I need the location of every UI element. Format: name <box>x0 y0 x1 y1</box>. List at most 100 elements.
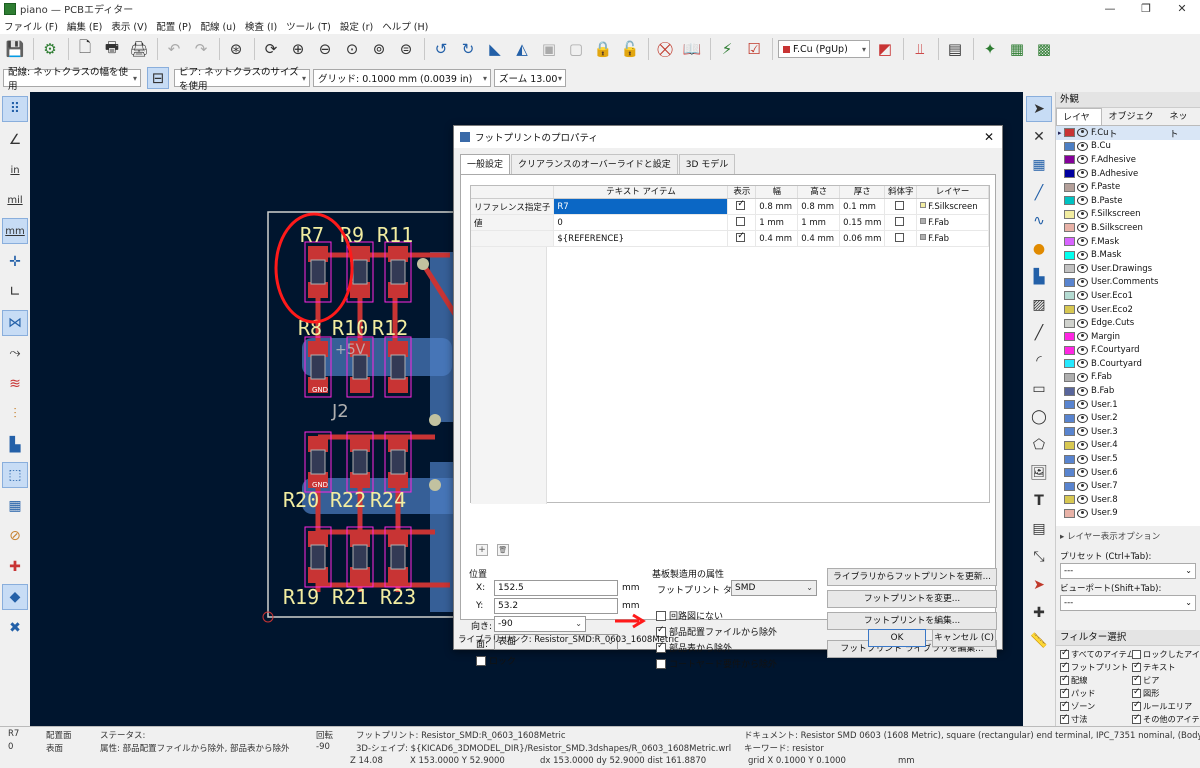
show-checkbox-cell[interactable] <box>727 214 757 231</box>
visibility-eye-icon[interactable] <box>1077 345 1088 355</box>
layer-color-swatch[interactable] <box>1064 413 1075 423</box>
footprint-browser-icon[interactable]: 📖 <box>681 38 703 60</box>
add-text-icon[interactable]: T <box>1026 488 1052 514</box>
maximize-button[interactable]: ❐ <box>1128 0 1164 17</box>
mil-units-button[interactable]: mil <box>2 188 28 214</box>
save-icon[interactable]: 💾 <box>4 38 26 60</box>
visibility-eye-icon[interactable] <box>1077 305 1088 315</box>
layer-row[interactable]: B.Courtyard <box>1056 357 1200 371</box>
plugin-icon[interactable]: ✦ <box>979 38 1001 60</box>
layer-color-swatch[interactable] <box>1064 128 1075 138</box>
ratsnest-icon[interactable]: ⋈ <box>2 309 28 336</box>
zoom-selection-icon[interactable]: ⊜ <box>395 38 417 60</box>
italic-checkbox-cell[interactable] <box>884 214 918 231</box>
visibility-eye-icon[interactable] <box>1077 481 1088 491</box>
height-cell[interactable]: 1 mm <box>797 214 841 231</box>
minimize-button[interactable]: — <box>1092 0 1128 17</box>
undo-icon[interactable]: ↶ <box>163 38 185 60</box>
layer-row[interactable]: User.4 <box>1056 439 1200 453</box>
visibility-eye-icon[interactable] <box>1077 277 1088 287</box>
zoom-in-icon[interactable]: ⊕ <box>287 38 309 60</box>
tools-icon[interactable]: ✖ <box>2 615 28 641</box>
track-outline-icon[interactable]: ≋ <box>2 371 28 397</box>
x-input[interactable]: 152.5 <box>494 580 618 596</box>
italic-checkbox-cell[interactable] <box>884 198 918 215</box>
layer-row[interactable]: User.Eco1 <box>1056 289 1200 303</box>
route-track-icon[interactable]: ╱ <box>1026 180 1052 206</box>
board-setup-icon[interactable]: ⚙ <box>39 38 61 60</box>
board-outline-icon[interactable]: ✚ <box>2 554 28 580</box>
fab-attribute-checkbox[interactable]: 回路図にない <box>656 609 723 622</box>
lock-icon[interactable]: 🔒 <box>592 38 614 60</box>
visibility-eye-icon[interactable] <box>1077 386 1088 396</box>
add-via-icon[interactable]: ● <box>1026 236 1052 262</box>
y-input[interactable]: 53.2 <box>494 598 618 614</box>
add-dimension-icon[interactable]: ⤡ <box>1026 544 1052 570</box>
tab-nets[interactable]: ネット <box>1163 108 1200 140</box>
filter-checkbox[interactable]: ゾーン <box>1060 700 1132 712</box>
tab-objects[interactable]: オブジェクト <box>1102 108 1163 140</box>
layer-row[interactable]: Edge.Cuts <box>1056 316 1200 330</box>
visibility-eye-icon[interactable] <box>1077 182 1088 192</box>
width-cell[interactable]: 0.8 mm <box>755 198 799 215</box>
footprint-type-select[interactable]: SMD ⌄ <box>731 580 817 596</box>
freerouting-icon[interactable]: ▦ <box>1006 38 1028 60</box>
zoom-objects-icon[interactable]: ⊚ <box>368 38 390 60</box>
visibility-eye-icon[interactable] <box>1077 359 1088 369</box>
height-cell[interactable]: 0.8 mm <box>797 198 841 215</box>
layer-row[interactable]: F.Courtyard <box>1056 344 1200 358</box>
layer-row[interactable]: B.Silkscreen <box>1056 221 1200 235</box>
draw-polygon-icon[interactable]: ⬠ <box>1026 432 1052 458</box>
layer-color-swatch[interactable] <box>1064 332 1075 342</box>
layer-row[interactable]: User.8 <box>1056 493 1200 507</box>
find-icon[interactable]: ⊛ <box>225 38 247 60</box>
filter-checkbox[interactable]: ルールエリア <box>1132 700 1200 712</box>
refresh-icon[interactable]: ⟳ <box>260 38 282 60</box>
layer-row[interactable]: User.5 <box>1056 452 1200 466</box>
layer-row[interactable]: F.Mask <box>1056 235 1200 249</box>
layer-color-swatch[interactable] <box>1064 237 1075 247</box>
layer-row[interactable]: User.Drawings <box>1056 262 1200 276</box>
show-checkbox-cell[interactable] <box>727 198 757 215</box>
layer-row[interactable]: B.Adhesive <box>1056 167 1200 181</box>
show-checkbox-cell[interactable] <box>727 230 757 247</box>
grid-toggle-icon[interactable]: ⠿ <box>2 96 28 122</box>
preset-select[interactable]: --- ⌄ <box>1060 563 1196 579</box>
layer-pair-icon[interactable]: ◩ <box>874 38 896 60</box>
via-size-select[interactable]: ビア: ネットクラスのサイズを使用 ▾ <box>174 67 310 92</box>
filter-checkbox[interactable]: その他のアイテム <box>1132 713 1200 725</box>
menu-help[interactable]: ヘルプ (H) <box>382 19 428 33</box>
layer-row[interactable]: F.Silkscreen <box>1056 208 1200 222</box>
layer-color-swatch[interactable] <box>1064 372 1075 382</box>
polar-coords-icon[interactable]: ∠ <box>2 127 28 153</box>
menu-file[interactable]: ファイル (F) <box>4 19 58 33</box>
thickness-cell[interactable]: 0.15 mm <box>839 214 886 231</box>
unlock-icon[interactable]: 🔓 <box>619 38 641 60</box>
visibility-eye-icon[interactable] <box>1077 440 1088 450</box>
fab-attribute-checkbox[interactable]: コートヤード要件から除外 <box>656 657 777 670</box>
filter-checkbox[interactable]: 配線 <box>1060 674 1132 686</box>
tab-general[interactable]: 一般設定 <box>460 154 511 174</box>
menu-tools[interactable]: ツール (T) <box>286 19 331 33</box>
zone-fill-icon[interactable]: ⬚ <box>2 462 28 488</box>
layer-color-swatch[interactable] <box>1064 291 1075 301</box>
layer-color-swatch[interactable] <box>1064 250 1075 260</box>
ok-button[interactable]: OK <box>868 629 926 647</box>
layer-cell[interactable]: F.Silkscreen <box>916 198 989 215</box>
visibility-eye-icon[interactable] <box>1077 264 1088 274</box>
angle-constraint-icon[interactable]: ∟ <box>2 279 28 305</box>
add-zone-icon[interactable]: ▙ <box>1026 264 1052 290</box>
plot-icon[interactable]: 🖨 <box>128 38 150 60</box>
layer-row[interactable]: F.Paste <box>1056 180 1200 194</box>
lock-checkbox[interactable]: ロック <box>476 654 516 667</box>
ungroup-icon[interactable]: ▢ <box>565 38 587 60</box>
tab-3d-model[interactable]: 3D モデル <box>678 154 736 174</box>
layer-color-swatch[interactable] <box>1064 468 1075 478</box>
layer-row[interactable]: B.Mask <box>1056 248 1200 262</box>
close-window-button[interactable]: ✕ <box>1164 0 1200 17</box>
layer-color-swatch[interactable] <box>1064 427 1075 437</box>
layer-color-swatch[interactable] <box>1064 182 1075 192</box>
layer-color-swatch[interactable] <box>1064 386 1075 396</box>
inch-units-button[interactable]: in <box>2 157 28 183</box>
tab-clearance[interactable]: クリアランスのオーバーライドと設定 <box>511 154 678 174</box>
